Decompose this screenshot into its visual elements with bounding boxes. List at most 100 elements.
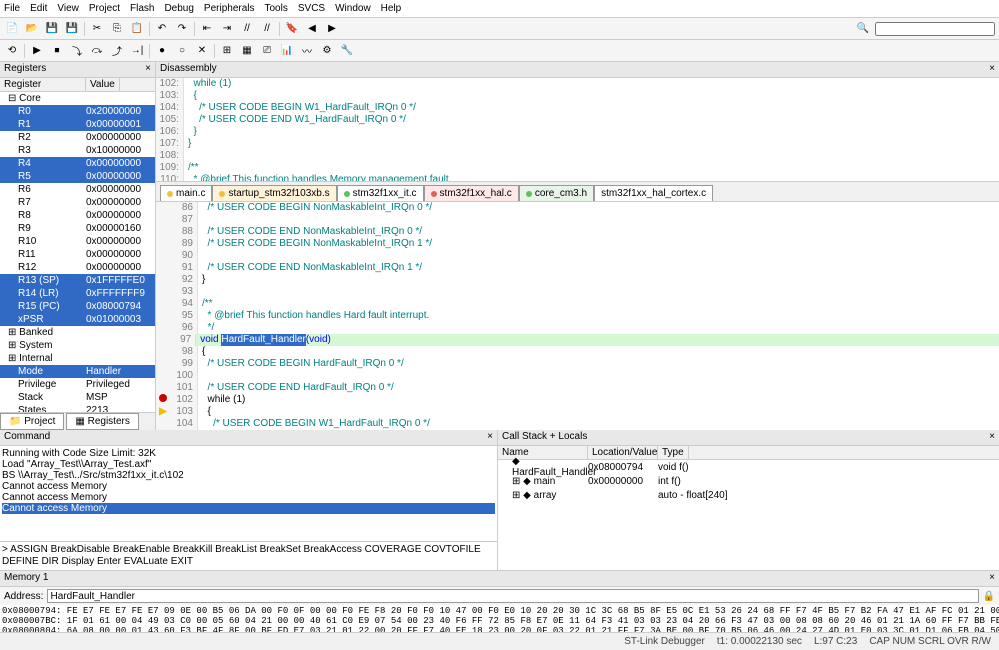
register-R10[interactable]: R100x00000000 [0, 235, 155, 248]
register-R15PC[interactable]: R15 (PC)0x08000794 [0, 300, 155, 313]
registers-columns: Register Value [0, 78, 155, 92]
open-icon[interactable]: 📂 [24, 21, 40, 37]
register-R2[interactable]: R20x00000000 [0, 131, 155, 144]
redo-icon[interactable]: ↷ [174, 21, 190, 37]
step-over-icon[interactable]: ⤼ [89, 43, 105, 59]
analyzer-icon[interactable]: 📊 [279, 43, 295, 59]
callstack-panel: Call Stack + Locals × Name Location/Valu… [498, 430, 999, 570]
save-icon[interactable]: 💾 [44, 21, 60, 37]
toolbar-debug: ⟲ ▶ ⏹ ⤵ ⤼ ⤴ →| ● ○ ✕ ⊞ ▦ ⎚ 📊 〰 ⚙ 🔧 [0, 40, 999, 62]
command-title: Command [4, 431, 50, 444]
register-R12[interactable]: R120x00000000 [0, 261, 155, 274]
menu-peripherals[interactable]: Peripherals [204, 3, 255, 14]
step-in-icon[interactable]: ⤵ [69, 43, 85, 59]
disable-bp-icon[interactable]: ○ [174, 43, 190, 59]
trace-icon[interactable]: 〰 [299, 43, 315, 59]
callstack-title: Call Stack + Locals [502, 431, 587, 444]
kill-bp-icon[interactable]: ✕ [194, 43, 210, 59]
close-icon[interactable]: × [487, 431, 493, 444]
register-R8[interactable]: R80x00000000 [0, 209, 155, 222]
menu-edit[interactable]: Edit [30, 3, 47, 14]
run-to-cursor-icon[interactable]: →| [129, 43, 145, 59]
source-editor[interactable]: 86 /* USER CODE BEGIN NonMaskableInt_IRQ… [156, 202, 999, 430]
file-tab[interactable]: main.c [160, 185, 212, 201]
menu-window[interactable]: Window [335, 3, 371, 14]
memory-title: Memory 1 [4, 572, 48, 585]
file-tab[interactable]: stm32f1xx_hal_cortex.c [594, 185, 713, 201]
indent-left-icon[interactable]: ⇤ [199, 21, 215, 37]
menu-svcs[interactable]: SVCS [298, 3, 325, 14]
uncomment-icon[interactable]: // [259, 21, 275, 37]
find-icon[interactable]: 🔍 [855, 21, 871, 37]
run-icon[interactable]: ▶ [29, 43, 45, 59]
stack-row[interactable]: ◆ HardFault_Handler0x08000794void f() [498, 460, 999, 474]
command-input[interactable]: > ASSIGN BreakDisable BreakEnable BreakK… [0, 541, 497, 570]
stop-icon[interactable]: ⏹ [49, 43, 65, 59]
tab-project[interactable]: 📁 Project [0, 413, 64, 430]
new-file-icon[interactable]: 📄 [4, 21, 20, 37]
register-R9[interactable]: R90x00000160 [0, 222, 155, 235]
next-bookmark-icon[interactable]: ▶ [324, 21, 340, 37]
memory-address-label: Address: [4, 591, 43, 602]
register-R3[interactable]: R30x10000000 [0, 144, 155, 157]
menu-debug[interactable]: Debug [164, 3, 193, 14]
cut-icon[interactable]: ✂ [89, 21, 105, 37]
menu-project[interactable]: Project [89, 3, 120, 14]
paste-icon[interactable]: 📋 [129, 21, 145, 37]
stack-row[interactable]: ⊞ ◆ main0x00000000int f() [498, 474, 999, 488]
register-R11[interactable]: R110x00000000 [0, 248, 155, 261]
register-R7[interactable]: R70x00000000 [0, 196, 155, 209]
menu-help[interactable]: Help [381, 3, 402, 14]
close-icon[interactable]: × [989, 431, 995, 444]
memory-address-input[interactable] [47, 589, 978, 603]
menu-flash[interactable]: Flash [130, 3, 154, 14]
file-tab[interactable]: stm32f1xx_it.c [337, 185, 424, 201]
registers-title: Registers [4, 63, 46, 76]
file-tab[interactable]: core_cm3.h [519, 185, 594, 201]
memory-icon[interactable]: ▦ [239, 43, 255, 59]
tab-registers[interactable]: ▦ Registers [66, 413, 138, 430]
status-time: t1: 0.00022130 sec [717, 636, 802, 647]
file-tab[interactable]: startup_stm32f103xb.s [212, 185, 336, 201]
close-icon[interactable]: × [989, 63, 995, 76]
comment-icon[interactable]: // [239, 21, 255, 37]
register-R4[interactable]: R40x00000000 [0, 157, 155, 170]
memory-panel: Memory 1 × Address: 🔒 0x08000794: FE E7 … [0, 570, 999, 632]
callstack-list[interactable]: ◆ HardFault_Handler0x08000794void f()⊞ ◆… [498, 460, 999, 570]
copy-icon[interactable]: ⎘ [109, 21, 125, 37]
stack-row[interactable]: ⊞ ◆ arrayauto - float[240] [498, 488, 999, 502]
breakpoint-icon[interactable]: ● [154, 43, 170, 59]
memory-dump[interactable]: 0x08000794: FE E7 FE E7 FE E7 09 0E 00 B… [0, 605, 999, 632]
register-R14LR[interactable]: R14 (LR)0xFFFFFFF9 [0, 287, 155, 300]
registers-list[interactable]: ⊟ CoreR00x20000000R10x00000001R20x000000… [0, 92, 155, 412]
save-all-icon[interactable]: 💾 [64, 21, 80, 37]
system-icon[interactable]: ⚙ [319, 43, 335, 59]
toolbar-main: 📄 📂 💾 💾 ✂ ⎘ 📋 ↶ ↷ ⇤ ⇥ // // 🔖 ◀ ▶ 🔍 [0, 18, 999, 40]
register-R6[interactable]: R60x00000000 [0, 183, 155, 196]
find-input[interactable] [875, 22, 995, 36]
file-tab[interactable]: stm32f1xx_hal.c [424, 185, 519, 201]
disassembly-code[interactable]: 102: while (1)103: {104: /* USER CODE BE… [156, 78, 999, 181]
bookmark-icon[interactable]: 🔖 [284, 21, 300, 37]
window-icon[interactable]: ⊞ [219, 43, 235, 59]
register-R5[interactable]: R50x00000000 [0, 170, 155, 183]
register-R0[interactable]: R00x20000000 [0, 105, 155, 118]
serial-icon[interactable]: ⎚ [259, 43, 275, 59]
register-R1[interactable]: R10x00000001 [0, 118, 155, 131]
close-icon[interactable]: × [145, 63, 151, 76]
menu-view[interactable]: View [57, 3, 79, 14]
step-out-icon[interactable]: ⤴ [109, 43, 125, 59]
status-bar: ST-Link Debugger t1: 0.00022130 sec L:97… [0, 632, 999, 650]
close-icon[interactable]: × [989, 572, 995, 585]
menu-file[interactable]: File [4, 3, 20, 14]
prev-bookmark-icon[interactable]: ◀ [304, 21, 320, 37]
register-xPSR[interactable]: xPSR0x01000003 [0, 313, 155, 326]
command-output[interactable]: Running with Code Size Limit: 32KLoad "A… [0, 446, 497, 541]
undo-icon[interactable]: ↶ [154, 21, 170, 37]
indent-right-icon[interactable]: ⇥ [219, 21, 235, 37]
lock-icon[interactable]: 🔒 [983, 591, 995, 602]
reset-icon[interactable]: ⟲ [4, 43, 20, 59]
menu-tools[interactable]: Tools [265, 3, 288, 14]
register-R13SP[interactable]: R13 (SP)0x1FFFFFE0 [0, 274, 155, 287]
toolbox-icon[interactable]: 🔧 [339, 43, 355, 59]
